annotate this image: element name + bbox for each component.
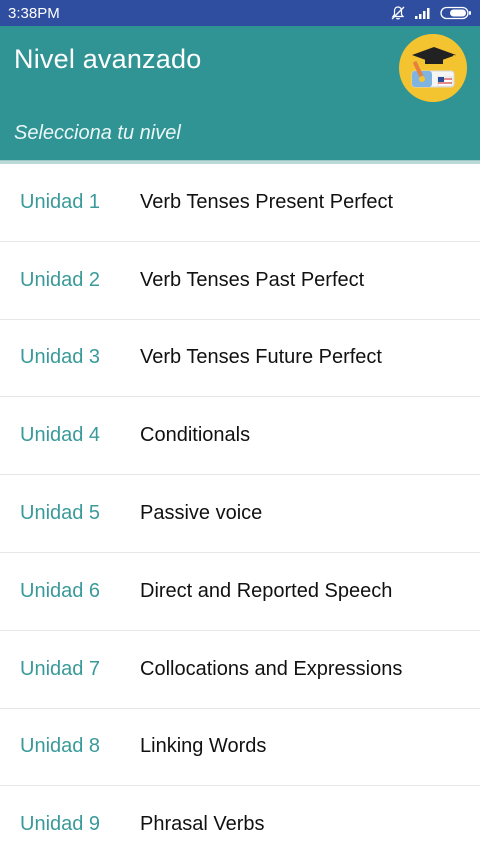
list-item-unit-9[interactable]: Unidad 9 Phrasal Verbs bbox=[0, 786, 480, 853]
graduation-cap-diploma-logo bbox=[398, 33, 468, 103]
unit-title: Conditionals bbox=[140, 424, 251, 447]
unit-label: Unidad 2 bbox=[20, 268, 101, 291]
app-bar: Nivel avanzado Selecciona tu nivel bbox=[0, 26, 480, 160]
unit-label: Unidad 8 bbox=[20, 735, 101, 758]
list-item-unit-7[interactable]: Unidad 7 Collocations and Expressions bbox=[0, 631, 480, 709]
unit-label: Unidad 1 bbox=[20, 190, 101, 213]
unit-title: Verb Tenses Future Perfect bbox=[140, 346, 382, 369]
battery-icon bbox=[440, 6, 472, 20]
page-title: Nivel avanzado bbox=[14, 44, 202, 74]
signal-icon bbox=[414, 6, 432, 20]
unit-title: Direct and Reported Speech bbox=[140, 579, 393, 602]
list-item-unit-6[interactable]: Unidad 6 Direct and Reported Speech bbox=[0, 553, 480, 631]
unit-title: Verb Tenses Past Perfect bbox=[140, 268, 365, 291]
unit-title: Linking Words bbox=[140, 735, 267, 758]
list-item-unit-5[interactable]: Unidad 5 Passive voice bbox=[0, 475, 480, 553]
unit-title: Phrasal Verbs bbox=[140, 813, 265, 836]
status-bar: 3:38PM bbox=[0, 0, 480, 26]
status-time: 3:38PM bbox=[8, 4, 60, 22]
unit-title: Passive voice bbox=[140, 502, 263, 525]
unit-label: Unidad 4 bbox=[20, 424, 101, 447]
unit-label: Unidad 9 bbox=[20, 813, 101, 836]
list-item-unit-2[interactable]: Unidad 2 Verb Tenses Past Perfect bbox=[0, 242, 480, 320]
unit-title: Collocations and Expressions bbox=[140, 657, 403, 680]
unit-list: Unidad 1 Verb Tenses Present Perfect Uni… bbox=[0, 164, 480, 853]
mute-bell-icon bbox=[390, 5, 406, 21]
unit-label: Unidad 5 bbox=[20, 502, 101, 525]
unit-label: Unidad 3 bbox=[20, 346, 101, 369]
list-item-unit-4[interactable]: Unidad 4 Conditionals bbox=[0, 397, 480, 476]
list-item-unit-3[interactable]: Unidad 3 Verb Tenses Future Perfect bbox=[0, 320, 480, 398]
unit-title: Verb Tenses Present Perfect bbox=[140, 190, 394, 213]
unit-label: Unidad 7 bbox=[20, 657, 101, 680]
page-subtitle: Selecciona tu nivel bbox=[14, 122, 181, 144]
status-icons bbox=[390, 5, 472, 21]
list-item-unit-1[interactable]: Unidad 1 Verb Tenses Present Perfect bbox=[0, 164, 480, 242]
unit-label: Unidad 6 bbox=[20, 579, 101, 602]
list-item-unit-8[interactable]: Unidad 8 Linking Words bbox=[0, 709, 480, 787]
